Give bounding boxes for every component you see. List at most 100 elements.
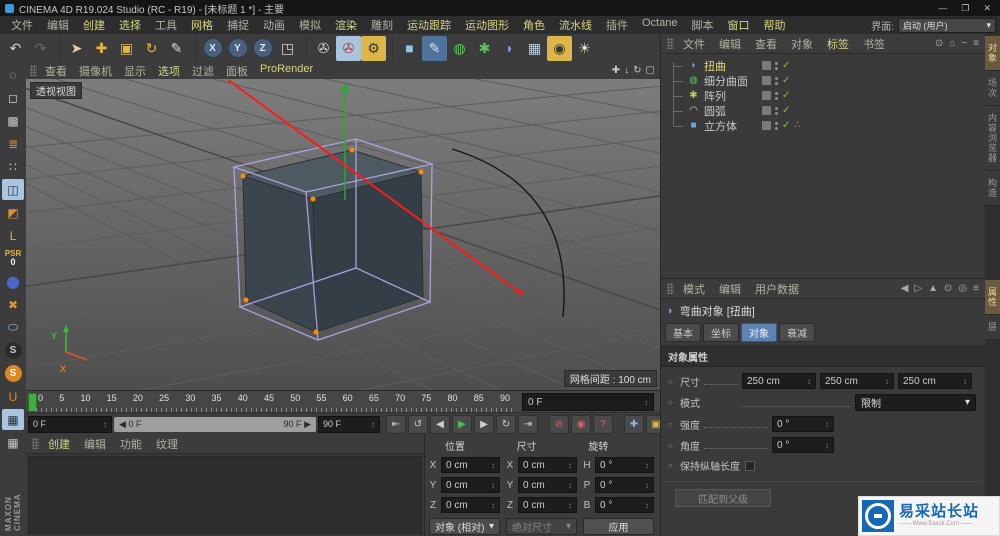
sketch-pen-icon[interactable]: ✎ [164, 36, 189, 61]
lock-icon[interactable]: ◎ [958, 283, 967, 294]
axis-mode-icon[interactable]: L [2, 225, 24, 246]
transform-mode-dropdown[interactable]: 对象 (相对) ▾ [429, 518, 500, 535]
y-lock-button[interactable]: Y [225, 36, 250, 61]
render-settings-icon[interactable]: ⚙ [361, 35, 386, 61]
right-tab-1[interactable]: 层 [985, 315, 1000, 340]
visibility-dots-icon[interactable] [775, 61, 778, 70]
viewport-menu-item-6[interactable]: ProRender [254, 63, 319, 79]
rotate-view-icon[interactable]: ↻ [633, 65, 641, 76]
texture-mode-icon[interactable]: ▩ [2, 110, 24, 131]
viewport-menu-item-5[interactable]: 面板 [220, 63, 254, 79]
layer-chip-icon[interactable] [762, 106, 771, 115]
rotation-p-field[interactable]: 0 ° ↕ [595, 477, 654, 493]
spinner-icon[interactable]: ↕ [645, 481, 649, 490]
solo-on-icon[interactable]: S [2, 363, 24, 384]
viewport-canvas[interactable]: Y X 透视视图 网格间距 : 100 cm [26, 79, 660, 390]
object-manager-menu-item-0[interactable]: 文件 [676, 36, 712, 52]
play-reverse-button[interactable]: ↺ [408, 414, 428, 434]
filter-icon[interactable]: ⌂ [949, 38, 955, 49]
right-tab-0[interactable]: 属性 [985, 280, 1000, 315]
magnet-snap-icon[interactable]: U [2, 386, 24, 407]
frame-range-slider[interactable]: ◀ 0 F 90 F ▶ [114, 416, 316, 432]
layer-chip-icon[interactable] [762, 76, 771, 85]
coord-system-icon[interactable]: ◳ [275, 36, 300, 61]
size-z-field[interactable]: 250 cm ↕ [898, 373, 972, 389]
main-menu-item-11[interactable]: 运动跟踪 [400, 17, 458, 33]
position-z-field[interactable]: 0 cm ↕ [441, 497, 500, 513]
spinner-icon[interactable]: ↕ [491, 501, 495, 510]
strength-field[interactable]: 0 ° ↕ [772, 416, 834, 432]
render-picture-viewer-icon[interactable]: ✇ [336, 35, 361, 61]
maximize-button[interactable]: ❐ [961, 3, 969, 14]
spinner-icon[interactable]: ↕ [645, 501, 649, 510]
object-manager-menu-item-2[interactable]: 查看 [748, 36, 784, 52]
edges-mode-icon[interactable]: ◫ [2, 179, 24, 200]
coord-spheres-icon[interactable]: ⬤ [2, 271, 24, 292]
material-menu-item-2[interactable]: 功能 [113, 436, 149, 452]
viewport-menu-item-3[interactable]: 选项 [152, 63, 186, 79]
size-z-field[interactable]: 0 cm ↕ [518, 497, 577, 513]
panel-grip[interactable] [30, 65, 37, 76]
object-manager-menu-item-3[interactable]: 对象 [784, 36, 820, 52]
redo-icon[interactable]: ↷ [28, 36, 53, 61]
viewport-menu-item-4[interactable]: 过滤 [186, 63, 220, 79]
end-frame-field[interactable]: 90 F ↕ [318, 415, 380, 433]
mode-dropdown[interactable]: 限制 ▾ [855, 394, 976, 411]
spinner-icon[interactable]: ↕ [371, 420, 375, 429]
size-x-field[interactable]: 0 cm ↕ [518, 457, 577, 473]
panel-grip[interactable] [667, 38, 674, 49]
main-menu-item-10[interactable]: 雕刻 [364, 17, 400, 33]
spinner-icon[interactable]: ↕ [644, 398, 648, 407]
floor-icon[interactable]: ▦ [522, 36, 547, 61]
object-row-0[interactable]: ◗ 扭曲 ✓ [669, 58, 986, 73]
object-row-3[interactable]: ◠ 圆弧 ✓ [669, 103, 986, 118]
right-tab-1[interactable]: 场次 [985, 71, 1000, 106]
main-menu-item-5[interactable]: 网格 [184, 17, 220, 33]
deformer-icon[interactable]: ◗ [497, 36, 522, 61]
enabled-check-icon[interactable]: ✓ [782, 120, 790, 131]
goto-end-button[interactable]: ⇥ [518, 414, 538, 434]
attribute-tab-0[interactable]: 基本 [665, 323, 701, 342]
interface-dropdown[interactable]: 启动 (用户) ▾ [898, 17, 996, 33]
loop-mode-button[interactable]: ↻ [496, 414, 516, 434]
cube-primitive-icon[interactable]: ■ [397, 36, 422, 61]
phong-tag-icon[interactable]: ∴ [794, 120, 800, 131]
spinner-icon[interactable]: ↕ [568, 461, 572, 470]
live-selection-icon[interactable]: ➤ [64, 36, 89, 61]
keyframe-selection-button[interactable]: ? [593, 414, 613, 434]
rotation-b-field[interactable]: 0 ° ↕ [595, 497, 654, 513]
object-manager-menu-item-1[interactable]: 编辑 [712, 36, 748, 52]
right-tab-0[interactable]: 对象 [985, 36, 1000, 71]
pan-view-icon[interactable]: ✚ [612, 65, 620, 76]
main-menu-item-8[interactable]: 模拟 [292, 17, 328, 33]
z-lock-button[interactable]: Z [250, 36, 275, 61]
attribute-menu-item-0[interactable]: 模式 [676, 281, 712, 297]
fit-to-parent-button[interactable]: 匹配到父级 [675, 489, 771, 507]
main-menu-item-17[interactable]: 脚本 [684, 17, 720, 33]
angle-field[interactable]: 0 ° ↕ [772, 437, 834, 453]
panel-grip[interactable] [32, 438, 39, 449]
x-lock-button[interactable]: X [200, 36, 225, 61]
zoom-view-icon[interactable]: ↓ [624, 65, 629, 76]
spline-pen-icon[interactable]: ✎ [422, 35, 447, 61]
main-menu-item-16[interactable]: Octane [635, 17, 684, 33]
anim-dot-icon[interactable]: ○ [668, 398, 680, 407]
play-button[interactable]: ▶ [452, 414, 472, 434]
frame-field[interactable]: 0 F ↕ [522, 393, 654, 411]
attribute-tab-3[interactable]: 衰减 [779, 323, 815, 342]
material-list-area[interactable] [28, 456, 422, 534]
timeline-ticks[interactable]: 0 5 10 15 20 25 30 35 40 45 50 55 60 65 70 75 80 85 90 [26, 391, 514, 413]
back-icon[interactable]: ◀ [901, 283, 909, 294]
psr-indicator[interactable]: PSR 0 [2, 248, 24, 269]
next-frame-button[interactable]: ▶ [474, 414, 494, 434]
visibility-dots-icon[interactable] [775, 106, 778, 115]
main-menu-item-12[interactable]: 运动图形 [458, 17, 516, 33]
viewport-menu-item-2[interactable]: 显示 [118, 63, 152, 79]
anim-dot-icon[interactable]: ○ [668, 441, 680, 450]
anim-dot-icon[interactable]: ○ [668, 377, 680, 386]
layer-chip-icon[interactable] [762, 61, 771, 70]
enabled-check-icon[interactable]: ✓ [782, 75, 790, 86]
main-menu-item-9[interactable]: 渲染 [328, 17, 364, 33]
size-x-field[interactable]: 250 cm ↕ [742, 373, 816, 389]
forward-icon[interactable]: ▷ [914, 283, 922, 294]
